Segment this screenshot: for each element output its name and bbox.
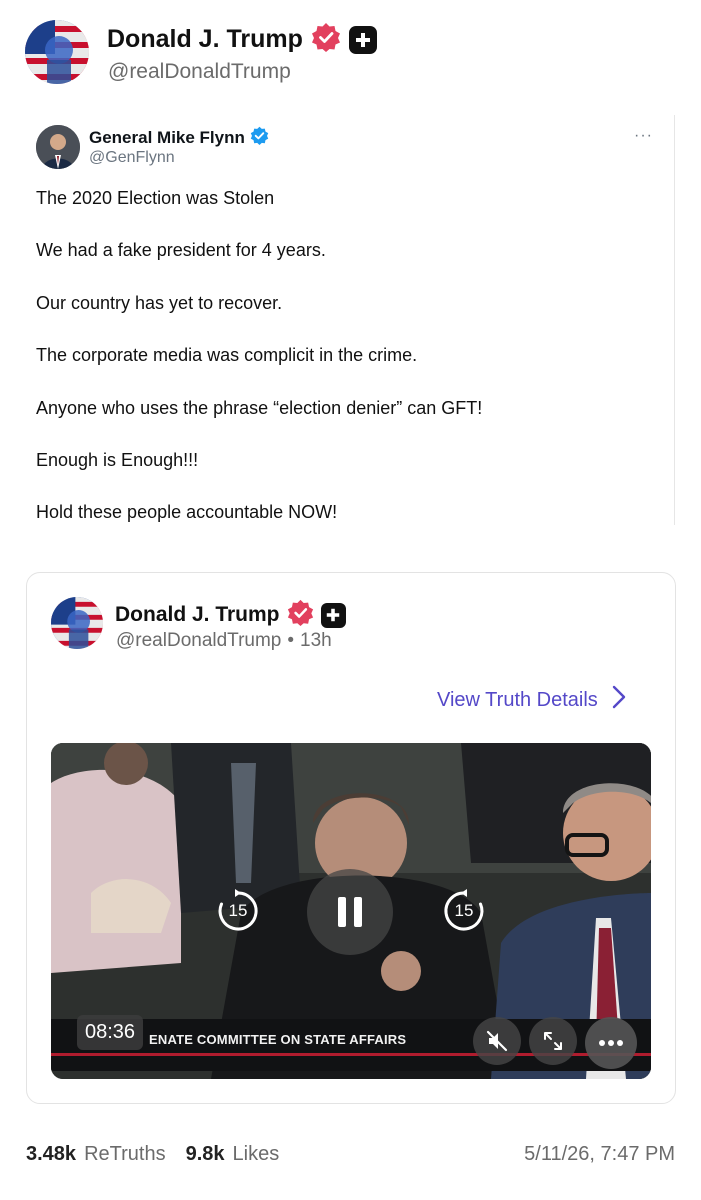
- quoted-x-post[interactable]: General Mike Flynn @GenFlynn ··· The 202…: [22, 115, 675, 525]
- speaker-muted-icon: [486, 1030, 508, 1052]
- author-avatar[interactable]: [25, 20, 89, 84]
- forward-seconds-label: 15: [454, 901, 474, 920]
- chevron-right-icon: [612, 685, 626, 715]
- view-truth-details-link[interactable]: View Truth Details: [437, 685, 626, 715]
- pause-button[interactable]: [307, 869, 393, 955]
- mute-button[interactable]: [473, 1017, 521, 1065]
- plus-badge-icon: [348, 25, 377, 54]
- post-stats: 3.48k ReTruths 9.8k Likes: [26, 1143, 279, 1166]
- pause-icon: [338, 897, 362, 927]
- quoted-line-2: We had a fake president for 4 years.: [36, 240, 326, 260]
- flynn-avatar[interactable]: [36, 125, 80, 169]
- video-caption: ENATE COMMITTEE ON STATE AFFAIRS: [149, 1032, 407, 1047]
- quoted-line-7: Hold these people accountable NOW!: [36, 502, 338, 522]
- video-duration: 08:36: [77, 1015, 144, 1050]
- embedded-truth-card[interactable]: Donald J. Trump @realDonaldTrump • 13h V…: [26, 572, 676, 1104]
- expand-icon: [544, 1032, 562, 1050]
- embedded-author-avatar[interactable]: [51, 597, 103, 649]
- embedded-time-ago: 13h: [300, 630, 332, 651]
- post-timestamp: 5/11/26, 7:47 PM: [524, 1143, 675, 1165]
- view-truth-details-label: View Truth Details: [437, 688, 598, 711]
- more-options-icon[interactable]: ···: [634, 127, 653, 145]
- quoted-line-1: The 2020 Election was Stolen: [36, 188, 275, 208]
- meta-separator: •: [287, 630, 295, 651]
- likes-count[interactable]: 9.8k: [186, 1143, 225, 1166]
- quoted-line-3: Our country has yet to recover.: [36, 293, 283, 313]
- retruths-count[interactable]: 3.48k: [26, 1143, 76, 1166]
- fullscreen-button[interactable]: [529, 1017, 577, 1065]
- quoted-author-handle[interactable]: @GenFlynn: [89, 149, 175, 167]
- forward-15-button[interactable]: 15: [441, 888, 487, 934]
- quoted-line-5: Anyone who uses the phrase “election den…: [36, 398, 483, 418]
- retruths-label[interactable]: ReTruths: [84, 1143, 166, 1166]
- video-more-button[interactable]: [585, 1017, 637, 1069]
- embedded-author-name[interactable]: Donald J. Trump: [115, 603, 280, 627]
- embedded-author-handle[interactable]: @realDonaldTrump: [116, 630, 281, 652]
- video-player[interactable]: ENATE COMMITTEE ON STATE AFFAIRS 08:36 1…: [51, 743, 651, 1079]
- quoted-line-4: The corporate media was complicit in the…: [36, 345, 418, 365]
- more-dots-icon: [599, 1040, 623, 1046]
- verified-badge-icon: [311, 22, 341, 57]
- x-verified-icon: [250, 126, 269, 150]
- quoted-line-6: Enough is Enough!!!: [36, 450, 199, 470]
- quoted-author-name[interactable]: General Mike Flynn: [89, 128, 245, 148]
- author-name[interactable]: Donald J. Trump: [107, 25, 303, 54]
- likes-label[interactable]: Likes: [233, 1143, 280, 1166]
- author-handle[interactable]: @realDonaldTrump: [108, 60, 291, 84]
- rewind-15-button[interactable]: 15: [215, 888, 261, 934]
- rewind-seconds-label: 15: [228, 901, 248, 920]
- verified-badge-icon: [287, 599, 314, 631]
- plus-badge-icon: [320, 602, 346, 628]
